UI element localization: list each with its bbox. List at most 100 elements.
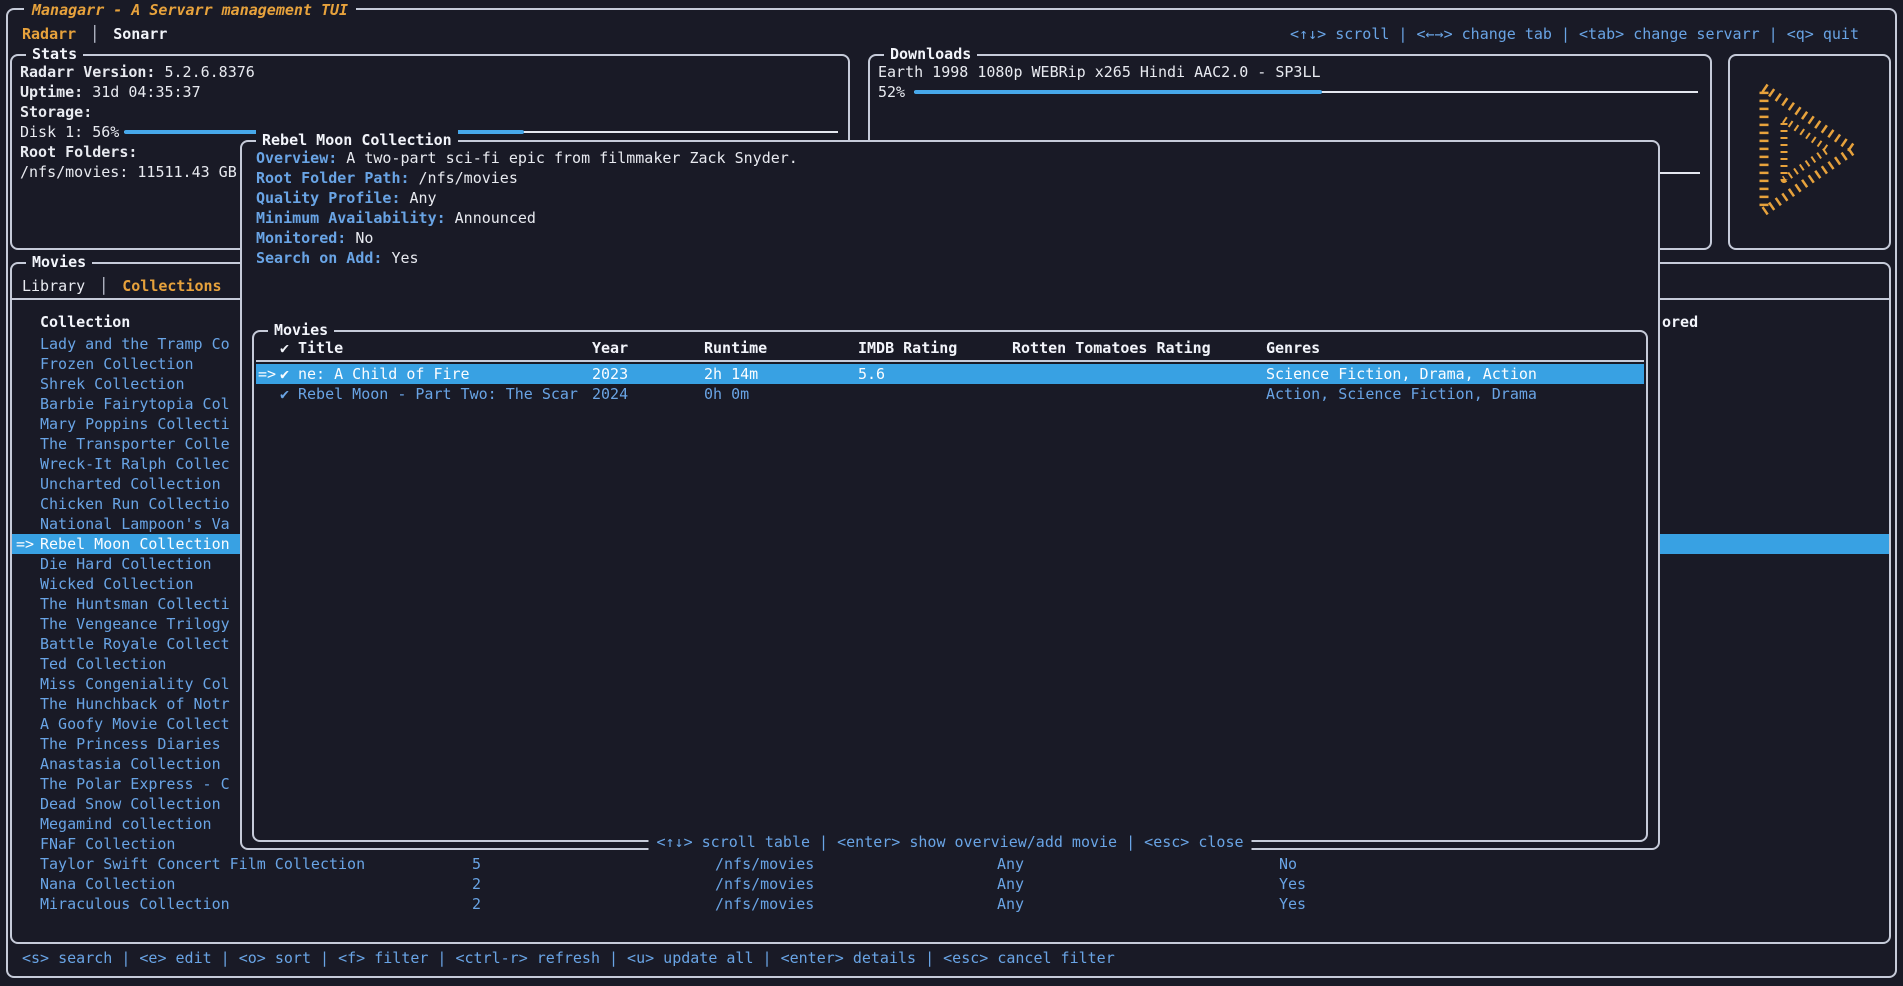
collection-root-folder: /nfs/movies [715, 874, 814, 894]
genres-column-header: Genres [1266, 338, 1320, 358]
collection-field: Overview: A two-part sci-fi epic from fil… [256, 148, 798, 168]
collection-field: Search on Add:Yes [256, 248, 798, 268]
collection-monitored: Yes [1279, 874, 1306, 894]
movie-title: ne: A Child of Fire [298, 364, 470, 384]
collection-name: Wicked Collection [40, 574, 194, 594]
tab-radarr[interactable]: Radarr [22, 25, 76, 43]
collection-row[interactable]: Nana Collection 2 /nfs/movies Any Yes [12, 874, 1889, 894]
modal-title: Rebel Moon Collection [256, 130, 458, 150]
collection-quality-profile: Any [997, 894, 1024, 914]
tab-sonarr[interactable]: Sonarr [113, 25, 167, 43]
collection-movies-table: Movies ✔ Title Year Runtime IMDB Rating … [252, 330, 1648, 842]
field-value: Any [410, 189, 437, 207]
download-progress-fill [914, 90, 1322, 94]
field-label: Overview: [256, 149, 337, 167]
collection-name: Rebel Moon Collection [40, 534, 230, 554]
selection-marker: => [16, 534, 34, 554]
managarr-app: Managarr - A Servarr management TUI Rada… [0, 0, 1903, 986]
version-value: 5.2.6.8376 [165, 63, 255, 81]
collection-row[interactable]: Taylor Swift Concert Film Collection 5 /… [12, 854, 1889, 874]
downloads-content: Earth 1998 1080p WEBRip x265 Hindi AAC2.… [878, 62, 1321, 102]
movies-table-title: Movies [268, 320, 334, 340]
movie-row[interactable]: ✔ Rebel Moon - Part Two: The Scar 2024 0… [256, 384, 1644, 404]
collection-name: Miraculous Collection [40, 894, 230, 914]
collection-name: Die Hard Collection [40, 554, 212, 574]
collection-fields: Overview: A two-part sci-fi epic from fil… [256, 148, 798, 268]
movie-runtime: 0h 0m [704, 384, 749, 404]
checkmark-icon: ✔ [280, 384, 289, 404]
field-label: Quality Profile: [256, 189, 401, 207]
movies-panel-title: Movies [26, 252, 92, 272]
modal-keybind-hints: <↑↓> scroll table | <enter> show overvie… [649, 832, 1252, 852]
collection-name: The Huntsman Collecti [40, 594, 230, 614]
collection-name: The Hunchback of Notr [40, 694, 230, 714]
collection-name: The Princess Diaries [40, 734, 221, 754]
collection-name: Mary Poppins Collecti [40, 414, 230, 434]
stats-content: Radarr Version: 5.2.6.8376 Uptime: 31d 0… [20, 62, 255, 182]
collection-field: Minimum Availability:Announced [256, 208, 798, 228]
disk-percent: 56% [92, 123, 119, 141]
collection-name: Taylor Swift Concert Film Collection [40, 854, 365, 874]
collection-name: A Goofy Movie Collect [40, 714, 230, 734]
collection-details-modal: Rebel Moon Collection Overview:A two-par… [240, 140, 1660, 850]
tab-collections[interactable]: Collections [122, 277, 221, 295]
field-value: A two-part sci-fi epic from filmmaker Za… [346, 149, 798, 167]
collection-movie-count: 5 [472, 854, 481, 874]
movies-table-header: ✔ Title Year Runtime IMDB Rating Rotten … [254, 338, 1646, 358]
collection-row[interactable]: Miraculous Collection 2 /nfs/movies Any … [12, 894, 1889, 914]
version-label: Radarr Version: [20, 63, 155, 81]
managarr-play-logo-icon [1756, 80, 1864, 225]
header-separator [256, 360, 1644, 362]
field-label: Root Folder Path: [256, 169, 410, 187]
uptime-label: Uptime: [20, 83, 83, 101]
title-column-header: Title [298, 338, 343, 358]
field-label: Minimum Availability: [256, 209, 446, 227]
disk-usage-bar [124, 130, 838, 134]
collection-name: Dead Snow Collection [40, 794, 221, 814]
app-title: Managarr - A Servarr management TUI [24, 0, 356, 20]
runtime-column-header: Runtime [704, 338, 767, 358]
field-label: Monitored: [256, 229, 346, 247]
tab-divider: │ [76, 25, 113, 43]
collection-name: The Vengeance Trilogy [40, 614, 230, 634]
movie-year: 2024 [592, 384, 628, 404]
movie-row[interactable]: => ✔ ne: A Child of Fire 2023 2h 14m 5.6… [256, 364, 1644, 384]
collection-name: Battle Royale Collect [40, 634, 230, 654]
collection-name: Ted Collection [40, 654, 166, 674]
collection-name: Miss Congeniality Col [40, 674, 230, 694]
collection-name: Uncharted Collection [40, 474, 221, 494]
field-value: /nfs/movies [419, 169, 518, 187]
collection-name: Anastasia Collection [40, 754, 221, 774]
movies-tabs: Library│Collections [22, 276, 222, 296]
movies-rows: => ✔ ne: A Child of Fire 2023 2h 14m 5.6… [256, 364, 1644, 404]
stats-panel-title: Stats [26, 44, 83, 64]
download-progress-bar [914, 90, 1698, 94]
collection-name: The Transporter Colle [40, 434, 230, 454]
collection-name: Wreck-It Ralph Collec [40, 454, 230, 474]
download-item-percent: 52% [878, 83, 905, 101]
collection-quality-profile: Any [997, 874, 1024, 894]
downloads-panel-title: Downloads [884, 44, 977, 64]
top-keybind-hints: <↑↓> scroll | <←→> change tab | <tab> ch… [1290, 24, 1859, 44]
disk-label: Disk 1: [20, 123, 83, 141]
collection-name: Megamind collection [40, 814, 212, 834]
collection-field: Monitored:No [256, 228, 798, 248]
collection-name: FNaF Collection [40, 834, 175, 854]
checkmark-icon: ✔ [280, 364, 289, 384]
monitored-column-header-fragment: ored [1662, 312, 1698, 332]
collection-monitored: No [1279, 854, 1297, 874]
imdb-rating-column-header: IMDB Rating [858, 338, 957, 358]
collection-name: Barbie Fairytopia Col [40, 394, 230, 414]
collection-movie-count: 2 [472, 894, 481, 914]
tab-library[interactable]: Library [22, 277, 85, 295]
movies-tab-divider: │ [85, 277, 122, 295]
collection-name: Nana Collection [40, 874, 175, 894]
selection-marker: => [258, 364, 276, 384]
collection-field: Quality Profile: Any [256, 188, 798, 208]
root-folder-value: /nfs/movies: 11511.43 GB [20, 163, 237, 181]
collection-movie-count: 2 [472, 874, 481, 894]
movie-title: Rebel Moon - Part Two: The Scar [298, 384, 578, 404]
movie-year: 2023 [592, 364, 628, 384]
uptime-value: 31d 04:35:37 [92, 83, 200, 101]
check-column-header: ✔ [280, 338, 289, 358]
